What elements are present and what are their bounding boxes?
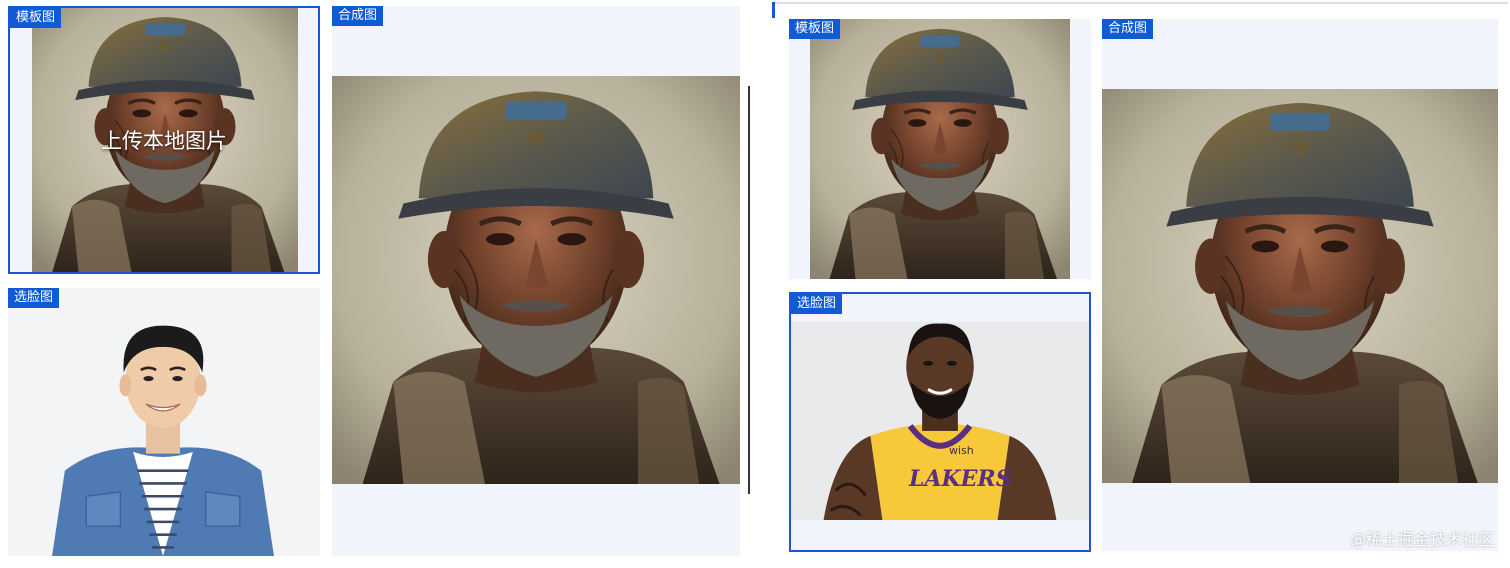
result-image: [1102, 89, 1498, 483]
template-image: [810, 19, 1070, 279]
template-tag: 模板图: [789, 19, 841, 39]
left-result-panel: 合成图: [332, 6, 740, 556]
left-face-panel[interactable]: 选脸图: [8, 288, 320, 556]
face-tag: 选脸图: [8, 288, 60, 308]
upload-local-image-button[interactable]: 上传本地图片: [10, 8, 318, 272]
jersey-sponsor: wish: [949, 444, 974, 457]
right-face-panel[interactable]: 选脸图 LAKERS wish: [789, 292, 1091, 552]
right-template-panel[interactable]: 模板图: [789, 19, 1091, 279]
right-result-panel: 合成图: [1102, 19, 1498, 551]
right-group-top-border: [772, 2, 1508, 4]
face-image: [38, 300, 288, 556]
left-template-panel[interactable]: 模板图 上传本地图片: [8, 6, 320, 274]
face-tag: 选脸图: [791, 294, 843, 314]
template-tag: 模板图: [10, 8, 62, 28]
result-tag: 合成图: [1102, 19, 1154, 39]
right-group-left-border: [772, 2, 775, 18]
jersey-text: LAKERS: [909, 466, 1012, 492]
result-tag: 合成图: [332, 6, 384, 26]
divider: [748, 86, 750, 494]
watermark: @稀土掘金技术社区: [1349, 530, 1494, 549]
result-image: [332, 76, 740, 484]
